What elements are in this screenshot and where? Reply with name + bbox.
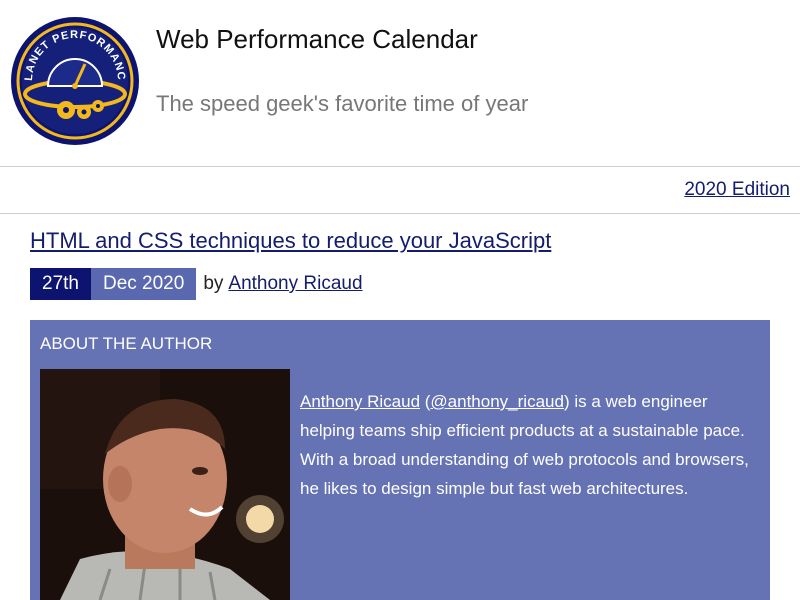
date-month-badge: Dec 2020 bbox=[90, 268, 197, 300]
author-bio: Anthony Ricaud (@anthony_ricaud) is a we… bbox=[300, 387, 755, 503]
author-link[interactable]: Anthony Ricaud bbox=[228, 273, 362, 295]
about-author-box: ABOUT THE AUTHOR Anthony Ricaud (@anthon… bbox=[30, 320, 770, 600]
date-day-badge: 27th bbox=[30, 268, 91, 300]
bio-author-name-link[interactable]: Anthony Ricaud bbox=[300, 392, 420, 411]
author-portrait-image bbox=[40, 369, 290, 600]
planet-performance-logo[interactable]: PLANET PERFORMANCE bbox=[10, 16, 140, 146]
site-title[interactable]: Web Performance Calendar bbox=[156, 24, 478, 55]
article-title-link[interactable]: HTML and CSS techniques to reduce your J… bbox=[30, 228, 551, 254]
by-label: by bbox=[203, 273, 224, 294]
site-header: PLANET PERFORMANCE Web Performance Calen… bbox=[0, 0, 800, 167]
bio-open-paren: ( bbox=[420, 392, 431, 411]
about-author-heading: ABOUT THE AUTHOR bbox=[40, 334, 213, 353]
site-tagline: The speed geek's favorite time of year bbox=[156, 91, 529, 116]
edition-link[interactable]: 2020 Edition bbox=[684, 179, 790, 201]
edition-bar: 2020 Edition bbox=[0, 167, 800, 214]
article-meta: 27th Dec 2020 by Anthony Ricaud bbox=[30, 268, 363, 300]
author-photo bbox=[40, 369, 290, 600]
bio-twitter-handle-link[interactable]: @anthony_ricaud bbox=[430, 392, 564, 411]
